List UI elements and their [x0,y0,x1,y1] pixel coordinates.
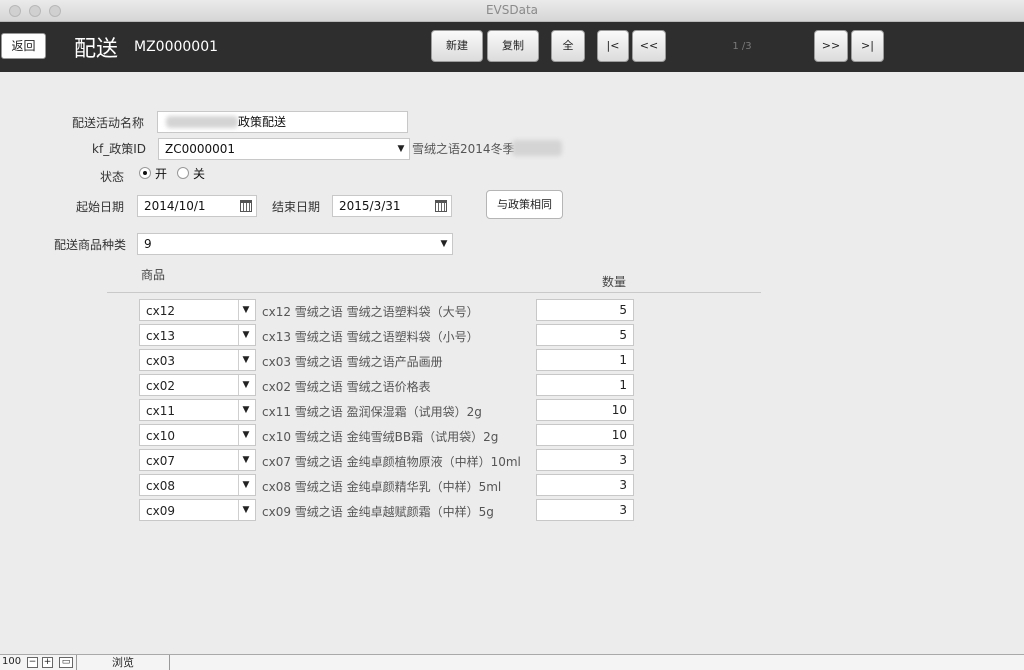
product-description: cx11 雪绒之语 盈润保湿霜（试用袋）2g [262,405,482,419]
toggle-toolbar-icon[interactable]: ▭ [59,657,73,668]
back-button[interactable]: 返回 [1,33,46,59]
chevron-down-icon[interactable]: ▼ [237,300,255,320]
product-code-dropdown[interactable]: cx02 ▼ [139,374,256,396]
product-code-dropdown[interactable]: cx10 ▼ [139,424,256,446]
last-record-button[interactable]: >| [851,30,884,62]
first-record-button[interactable]: |< [597,30,629,62]
quantity-field[interactable]: 10 [536,424,634,446]
chevron-down-icon[interactable]: ▼ [393,139,409,159]
product-description: cx13 雪绒之语 雪绒之语塑料袋（小号） [262,330,479,344]
product-code-dropdown[interactable]: cx03 ▼ [139,349,256,371]
product-code-dropdown[interactable]: cx07 ▼ [139,449,256,471]
toolbar: 返回 配送 MZ0000001 新建 复制 全 |< << 1 /3 >> >| [0,22,1024,72]
product-types-dropdown[interactable]: 9 ▼ [137,233,453,255]
view-mode[interactable]: 浏览 [76,655,170,670]
calendar-icon[interactable] [435,200,447,212]
activity-name-value: 政策配送 [238,115,287,129]
calendar-icon[interactable] [240,200,252,212]
product-description: cx12 雪绒之语 雪绒之语塑料袋（大号） [262,305,479,319]
product-code-dropdown[interactable]: cx08 ▼ [139,474,256,496]
policy-id-dropdown[interactable]: ZC0000001 ▼ [158,138,410,160]
chevron-down-icon[interactable]: ▼ [237,475,255,495]
product-column-header: 商品 [141,268,166,282]
same-as-policy-button[interactable]: 与政策相同 [486,190,563,219]
duplicate-record-button[interactable]: 复制 [487,30,539,62]
product-description: cx02 雪绒之语 雪绒之语价格表 [262,380,431,394]
start-date-field[interactable]: 2014/10/1 [137,195,257,217]
product-code-dropdown[interactable]: cx13 ▼ [139,324,256,346]
product-description: cx03 雪绒之语 雪绒之语产品画册 [262,355,443,369]
quantity-field[interactable]: 3 [536,474,634,496]
start-date-label: 起始日期 [75,200,124,214]
quantity-field[interactable]: 1 [536,374,634,396]
product-description: cx10 雪绒之语 金纯雪绒BB霜（试用袋）2g [262,430,499,444]
redacted-text [512,140,562,156]
product-description: cx09 雪绒之语 金纯卓越赋颜霜（中样）5g [262,505,494,519]
status-off-label: 关 [193,167,206,181]
chevron-down-icon[interactable]: ▼ [237,325,255,345]
policy-id-label: kf_政策ID [92,142,146,156]
quantity-field[interactable]: 3 [536,449,634,471]
product-code-dropdown[interactable]: cx09 ▼ [139,499,256,521]
zoom-out-icon[interactable]: − [27,657,38,668]
record-counter: 1 /3 [732,41,752,52]
window-title: EVSData [485,3,539,17]
start-date-value: 2014/10/1 [144,199,206,213]
chevron-down-icon[interactable]: ▼ [237,500,255,520]
chevron-down-icon[interactable]: ▼ [237,450,255,470]
redacted-text [166,116,238,128]
policy-description: 雪绒之语2014冬季 [412,142,515,156]
new-record-button[interactable]: 新建 [431,30,483,62]
end-date-label: 结束日期 [271,200,320,214]
quantity-field[interactable]: 5 [536,324,634,346]
chevron-down-icon[interactable]: ▼ [237,375,255,395]
status-on-radio[interactable] [139,167,151,179]
chevron-down-icon[interactable]: ▼ [237,425,255,445]
product-description: cx08 雪绒之语 金纯卓颜精华乳（中样）5ml [262,480,502,494]
status-bar: 100 − + ▭ 浏览 [0,654,1024,670]
previous-record-button[interactable]: << [632,30,666,62]
product-types-value: 9 [144,237,152,251]
status-label: 状态 [99,170,124,184]
product-code-dropdown[interactable]: cx11 ▼ [139,399,256,421]
quantity-column-header: 数量 [602,275,627,289]
chevron-down-icon[interactable]: ▼ [436,234,452,254]
activity-name-label: 配送活动名称 [71,116,144,130]
next-record-button[interactable]: >> [814,30,848,62]
show-all-button[interactable]: 全 [551,30,585,62]
page-title: 配送 [74,37,119,62]
chevron-down-icon[interactable]: ▼ [237,350,255,370]
zoom-in-icon[interactable]: + [42,657,53,668]
policy-id-value: ZC0000001 [165,142,236,156]
product-description: cx07 雪绒之语 金纯卓颜植物原液（中样）10ml [262,455,521,469]
product-types-label: 配送商品种类 [53,238,126,252]
quantity-field[interactable]: 1 [536,349,634,371]
product-code-dropdown[interactable]: cx12 ▼ [139,299,256,321]
record-id: MZ0000001 [134,39,219,55]
chevron-down-icon[interactable]: ▼ [237,400,255,420]
quantity-field[interactable]: 10 [536,399,634,421]
activity-name-field[interactable]: 政策配送 [157,111,408,133]
header-divider [107,292,761,293]
window-titlebar: EVSData [0,0,1024,22]
status-on-label: 开 [155,167,168,181]
end-date-field[interactable]: 2015/3/31 [332,195,452,217]
quantity-field[interactable]: 5 [536,299,634,321]
status-off-radio[interactable] [177,167,189,179]
end-date-value: 2015/3/31 [339,199,401,213]
quantity-field[interactable]: 3 [536,499,634,521]
zoom-level[interactable]: 100 [2,656,21,667]
